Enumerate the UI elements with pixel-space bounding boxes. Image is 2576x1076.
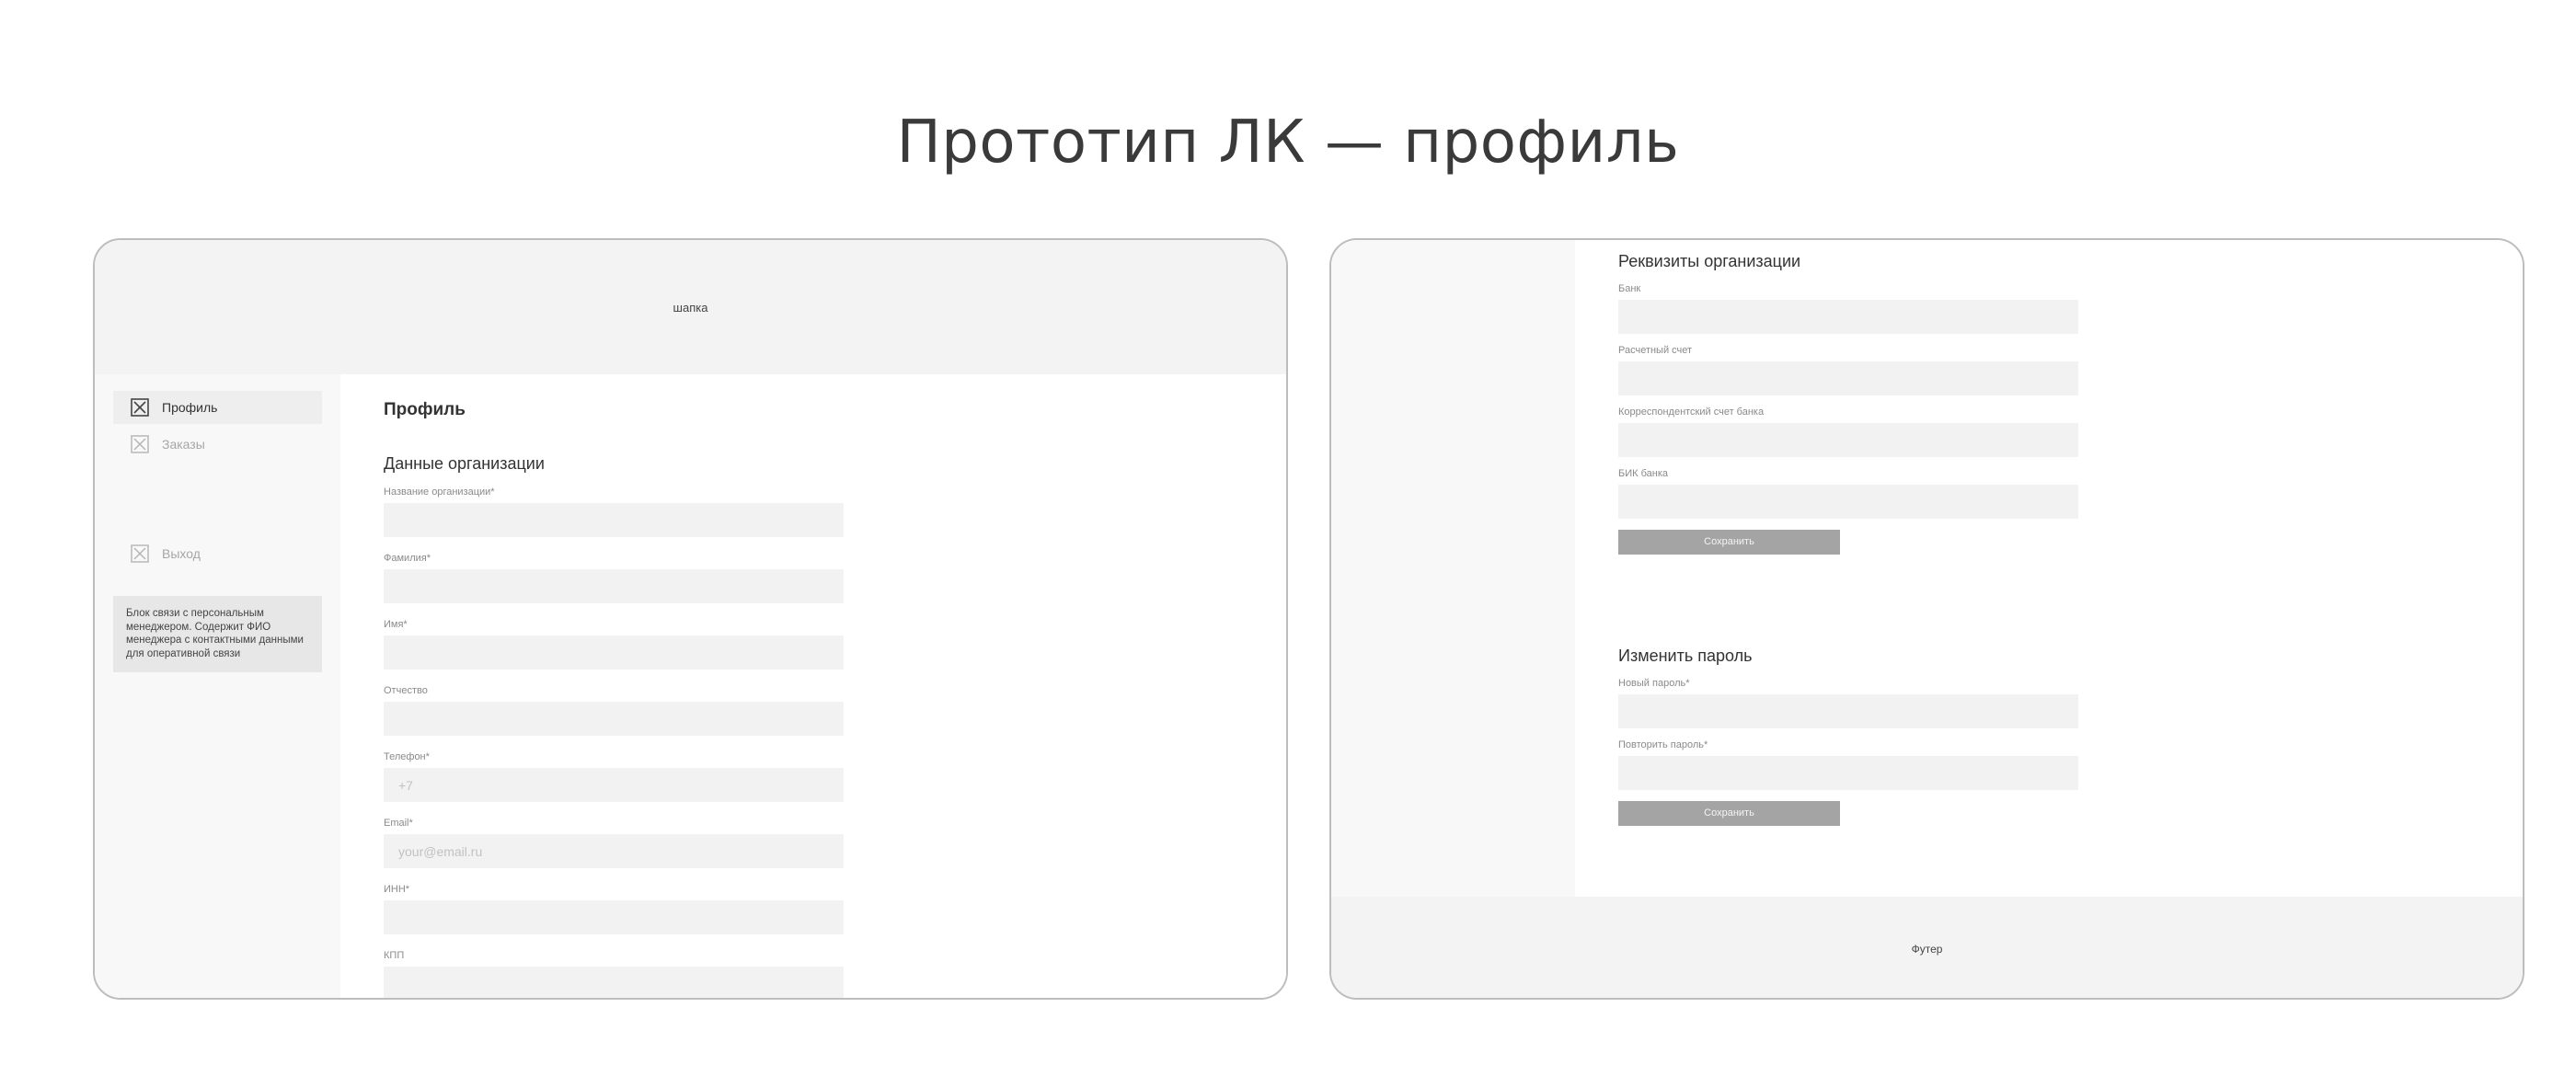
- field-label: Банк: [1618, 283, 1641, 294]
- corr-account-field: Корреспондентский счет банка: [1618, 406, 2078, 457]
- patronymic-input[interactable]: [384, 702, 844, 736]
- sidebar-item-label: Заказы: [162, 437, 205, 452]
- new-password-field: Новый пароль*: [1618, 678, 2078, 728]
- bik-field: БИК банка: [1618, 468, 2078, 519]
- phone-input[interactable]: [384, 768, 844, 802]
- kpp-input[interactable]: [384, 967, 844, 998]
- bank-input[interactable]: [1618, 300, 2078, 334]
- inn-input[interactable]: [384, 900, 844, 934]
- manager-contact-block: Блок связи с персональным менеджером. Со…: [113, 596, 322, 672]
- header: шапка: [95, 240, 1286, 374]
- inn-field: ИНН*: [384, 884, 844, 934]
- field-label: Расчетный счет: [1618, 345, 1693, 356]
- org-name-field: Название организации*: [384, 486, 844, 537]
- footer-label: Футер: [1911, 943, 1943, 956]
- checkbox-x-icon: [131, 544, 149, 563]
- new-password-input[interactable]: [1618, 694, 2078, 728]
- field-label: Отчество: [384, 685, 428, 696]
- phone-field: Телефон*: [384, 751, 844, 802]
- sidebar-item-profile[interactable]: Профиль: [113, 391, 322, 424]
- kpp-field: КПП: [384, 950, 844, 998]
- field-label: Имя*: [384, 619, 408, 630]
- page-title: Прототип ЛК — профиль: [896, 109, 1680, 177]
- sidebar-item-orders[interactable]: Заказы: [113, 428, 322, 461]
- last-name-input[interactable]: [384, 569, 844, 603]
- corr-account-input[interactable]: [1618, 423, 2078, 457]
- org-name-input[interactable]: [384, 503, 844, 537]
- field-label: КПП: [384, 950, 405, 961]
- first-name-field: Имя*: [384, 619, 844, 670]
- last-name-field: Фамилия*: [384, 553, 844, 603]
- footer: Футер: [1331, 897, 2523, 998]
- bik-input[interactable]: [1618, 485, 2078, 519]
- repeat-password-input[interactable]: [1618, 756, 2078, 790]
- field-label: Корреспондентский счет банка: [1618, 406, 1765, 418]
- save-requisites-button[interactable]: Сохранить: [1618, 530, 1840, 555]
- checkbox-x-icon: [131, 435, 149, 453]
- sidebar: Профиль Заказы Выход Блок связи с персон…: [95, 374, 340, 998]
- change-password-heading: Изменить пароль: [1618, 647, 1753, 665]
- requisites-heading: Реквизиты организации: [1618, 252, 1801, 270]
- sidebar-item-label: Профиль: [162, 400, 218, 415]
- field-label: БИК банка: [1618, 468, 1669, 479]
- account-input[interactable]: [1618, 361, 2078, 395]
- sidebar-item-label: Выход: [162, 546, 201, 561]
- profile-frame-continued: Реквизиты организации Банк Расчетный сче…: [1329, 238, 2524, 1000]
- repeat-password-field: Повторить пароль*: [1618, 739, 2078, 790]
- profile-main: Профиль Данные организации Название орга…: [340, 374, 1286, 998]
- field-label: Повторить пароль*: [1618, 739, 1708, 750]
- checkbox-x-icon: [131, 398, 149, 417]
- email-input[interactable]: [384, 834, 844, 868]
- profile-heading: Профиль: [384, 400, 466, 419]
- save-password-button[interactable]: Сохранить: [1618, 801, 1840, 826]
- field-label: Новый пароль*: [1618, 678, 1690, 689]
- organization-data-heading: Данные организации: [384, 454, 545, 473]
- field-label: ИНН*: [384, 884, 410, 895]
- field-label: Фамилия*: [384, 553, 431, 564]
- patronymic-field: Отчество: [384, 685, 844, 736]
- field-label: Название организации*: [384, 486, 495, 498]
- field-label: Email*: [384, 818, 413, 829]
- requisites-main: Реквизиты организации Банк Расчетный сче…: [1575, 240, 2523, 897]
- field-label: Телефон*: [384, 751, 430, 762]
- header-label: шапка: [673, 300, 708, 315]
- sidebar: [1331, 240, 1575, 897]
- first-name-input[interactable]: [384, 635, 844, 670]
- bank-field: Банк: [1618, 283, 2078, 334]
- email-field: Email*: [384, 818, 844, 868]
- profile-frame: шапка Профиль Заказы Выход Блок связи с …: [93, 238, 1288, 1000]
- sidebar-item-logout[interactable]: Выход: [113, 537, 322, 570]
- account-field: Расчетный счет: [1618, 345, 2078, 395]
